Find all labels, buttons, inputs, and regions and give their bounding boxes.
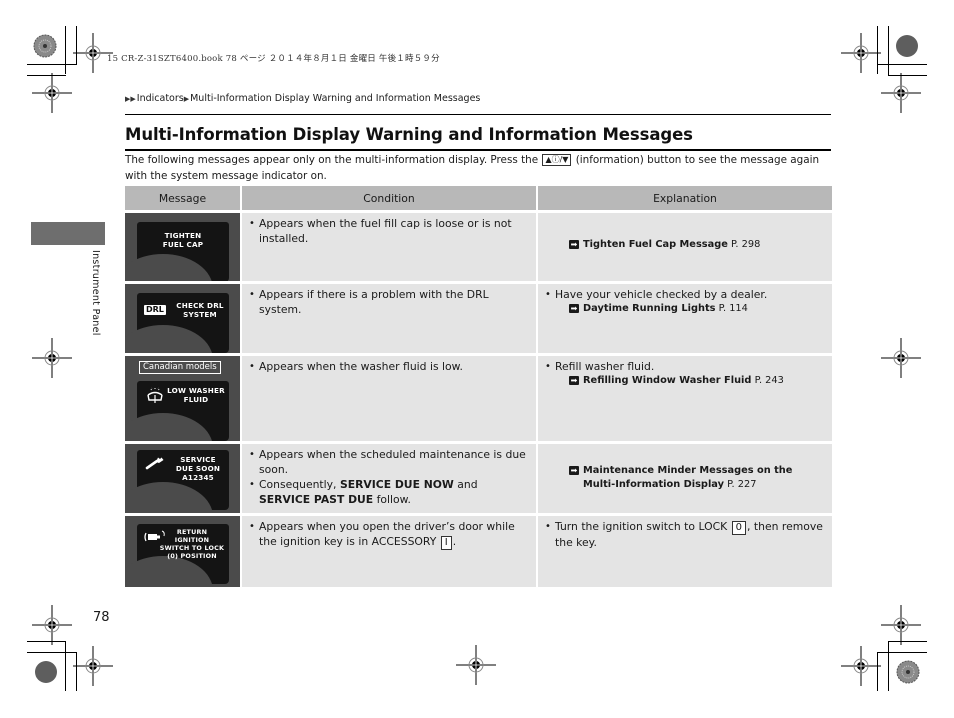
list-item: • Consequently, SERVICE DUE NOW and SERVI…: [249, 478, 478, 506]
message-screen-cell: DRL CHECK DRL SYSTEM: [125, 284, 240, 353]
canadian-models-tag: Canadian models: [139, 361, 221, 374]
display-screen: DRL CHECK DRL SYSTEM: [125, 293, 229, 353]
registration-mark-icon: [841, 33, 881, 73]
list-item: • Appears when the scheduled maintenance …: [249, 448, 526, 476]
registration-mark-icon: [32, 605, 72, 645]
crop-line: [877, 64, 927, 65]
page-reference-link[interactable]: ➡ Refilling Window Washer Fluid P. 243: [569, 374, 826, 388]
table-row: RETURN IGNITION SWITCH TO LOCK (0) POSITION…: [125, 516, 832, 587]
crop-line: [877, 652, 927, 653]
crop-line: [27, 64, 77, 65]
breadcrumb-item-indicators[interactable]: Indicators: [137, 93, 184, 104]
info-button-icon: ▲ⓘ/▼: [542, 154, 572, 166]
crop-line: [65, 26, 66, 74]
registration-mark-icon: [841, 646, 881, 686]
registration-mark-icon: [881, 338, 921, 378]
color-patch-icon: [895, 659, 921, 685]
breadcrumb: ▶▶ Indicators ▶ Multi-Information Displa…: [125, 93, 480, 104]
crop-line: [888, 26, 889, 76]
explanation-cell: ➡ Maintenance Minder Messages on the Mult…: [538, 444, 832, 513]
intro-text: The following messages appear only on th…: [125, 152, 835, 184]
registration-mark-icon: [881, 73, 921, 113]
reference-arrow-icon: ➡: [569, 304, 579, 313]
crop-line: [27, 652, 77, 653]
intro-before: The following messages appear only on th…: [125, 154, 542, 166]
display-screen: LOW WASHER FLUID: [125, 381, 229, 441]
message-screen-cell: RETURN IGNITION SWITCH TO LOCK (0) POSITION: [125, 516, 240, 587]
screen-text: SERVICE DUE SOON A12345: [175, 455, 221, 482]
registration-mark-icon: [32, 338, 72, 378]
condition-cell: • Appears when the fuel fill cap is loose…: [242, 213, 536, 281]
display-screen: SERVICE DUE SOON A12345: [125, 450, 229, 513]
page-number: 78: [93, 610, 110, 625]
display-screen: TIGHTEN FUEL CAP: [125, 222, 229, 281]
page-reference-link[interactable]: ➡ Tighten Fuel Cap Message P. 298: [569, 238, 826, 252]
reference-arrow-icon: ➡: [569, 376, 579, 385]
list-item: • Appears when the washer fluid is low.: [249, 360, 463, 373]
triangle-right-icon: ▶: [183, 94, 190, 103]
screen-text: LOW WASHER FLUID: [167, 386, 225, 404]
color-patch-icon: [33, 659, 59, 685]
list-item: • Turn the ignition switch to LOCK 0, the…: [545, 520, 823, 549]
wrench-icon: [145, 457, 164, 470]
condition-cell: • Appears if there is a problem with the …: [242, 284, 536, 353]
reference-arrow-icon: ➡: [569, 240, 579, 249]
list-item: • Appears when the fuel fill cap is loose…: [249, 217, 512, 245]
header-explanation: Explanation: [536, 186, 832, 210]
message-screen-cell: SERVICE DUE SOON A12345: [125, 444, 240, 513]
title-rule: [125, 114, 831, 115]
explanation-cell: ➡ Tighten Fuel Cap Message P. 298: [538, 213, 832, 281]
screen-text: CHECK DRL SYSTEM: [176, 301, 224, 319]
color-patch-icon: [32, 33, 58, 59]
table-row: SERVICE DUE SOON A12345 • Appears when the …: [125, 444, 832, 513]
condition-cell: • Appears when the washer fluid is low.: [242, 356, 536, 441]
table-header: Message Condition Explanation: [125, 186, 832, 210]
explanation-cell: • Turn the ignition switch to LOCK 0, the…: [538, 516, 832, 587]
section-tab-label: Instrument Panel: [90, 250, 101, 336]
list-item: • Appears if there is a problem with the …: [249, 288, 489, 316]
section-tab[interactable]: [31, 222, 105, 245]
table-row: DRL CHECK DRL SYSTEM • Appears if there is…: [125, 284, 832, 353]
condition-cell: • Appears when you open the driver’s door…: [242, 516, 536, 587]
display-screen: RETURN IGNITION SWITCH TO LOCK (0) POSITION: [125, 524, 229, 587]
explanation-cell: • Have your vehicle checked by a dealer. …: [538, 284, 832, 353]
triangle-right-icon: ▶▶: [125, 94, 136, 103]
reference-arrow-icon: ➡: [569, 466, 579, 475]
screen-text: RETURN IGNITION SWITCH TO LOCK (0) POSITION: [159, 528, 225, 560]
screen-text: TIGHTEN FUEL CAP: [162, 231, 204, 249]
message-screen-cell: Canadian models LOW WASHER FLUID: [125, 356, 240, 441]
list-item: • Appears when you open the driver’s door…: [249, 520, 515, 550]
crop-line: [65, 641, 66, 691]
list-item: • Refill washer fluid.: [545, 360, 655, 373]
message-screen-cell: TIGHTEN FUEL CAP: [125, 213, 240, 281]
washer-fluid-icon: [147, 387, 163, 403]
explanation-cell: • Refill washer fluid. ➡ Refilling Window …: [538, 356, 832, 441]
title-underline: [125, 149, 831, 151]
table-row: Canadian models LOW WASHER FLUID • Appears…: [125, 356, 832, 441]
page-reference-link[interactable]: ➡ Daytime Running Lights P. 114: [569, 302, 826, 316]
list-item: • Have your vehicle checked by a dealer.: [545, 288, 768, 301]
condition-cell: • Appears when the scheduled maintenance …: [242, 444, 536, 513]
registration-mark-icon: [73, 646, 113, 686]
registration-mark-icon: [456, 645, 496, 685]
messages-table: Message Condition Explanation TIGHTEN FUE…: [125, 186, 832, 587]
drl-indicator-icon: DRL: [144, 305, 166, 315]
header-message: Message: [158, 191, 207, 205]
accessory-position-icon: I: [440, 536, 452, 550]
breadcrumb-item-current[interactable]: Multi-Information Display Warning and In…: [190, 93, 480, 104]
book-header: 15 CR-Z-31SZT6400.book 78 ページ ２０１４年８月１日 …: [107, 54, 440, 64]
lock-position-icon: 0: [731, 521, 747, 535]
color-patch-icon: [894, 33, 920, 59]
header-condition: Condition: [240, 186, 536, 210]
table-row: TIGHTEN FUEL CAP • Appears when the fuel f…: [125, 213, 832, 281]
page-title: Multi-Information Display Warning and In…: [125, 125, 693, 144]
registration-mark-icon: [881, 605, 921, 645]
page-reference-link[interactable]: ➡ Maintenance Minder Messages on the Mult…: [569, 464, 826, 492]
crop-line: [888, 641, 889, 691]
registration-mark-icon: [32, 73, 72, 113]
